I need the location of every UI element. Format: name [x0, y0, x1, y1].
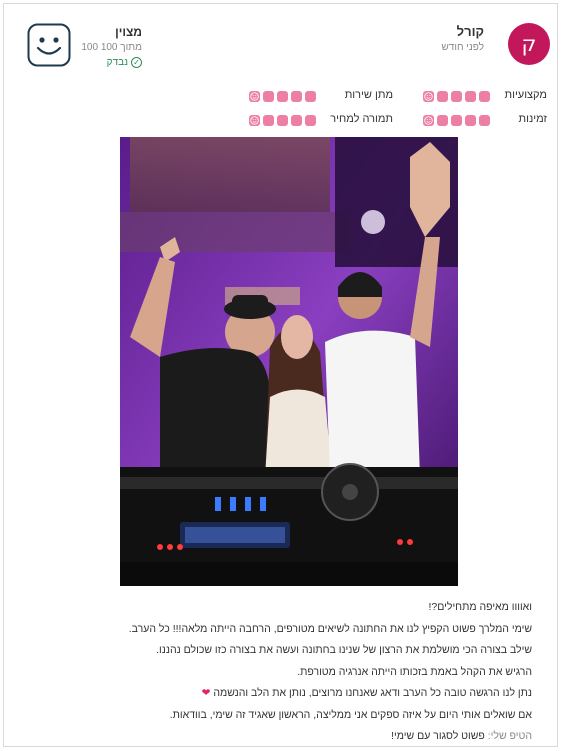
rating-smiley-icon	[249, 114, 260, 126]
rating-dots-value	[249, 113, 316, 127]
rating-dot	[263, 114, 274, 126]
rating-dot	[479, 114, 490, 126]
tip-text: פשוט לסגור עם שימי!	[391, 730, 485, 742]
event-photo-icon[interactable]	[120, 137, 458, 586]
review-line: הרגיש את הקהל באמת בזכותו הייתה אנרגיה מ…	[297, 665, 532, 678]
rating-dot	[305, 114, 316, 126]
review-line: שימי המלרך פשוט הקפיץ לנו את החתונה לשיא…	[128, 622, 532, 635]
avatar-letter: ק	[521, 32, 537, 56]
review-card: ק קורל לפני חודש מצוין 100 מתוך 100 נבדק…	[3, 3, 558, 747]
check-circle-icon: ✓	[131, 57, 142, 68]
score-value: 100 מתוך 100	[81, 42, 142, 53]
heart-icon: ❤	[201, 687, 211, 699]
reviewer-avatar: ק	[508, 23, 550, 65]
review-text: ואוווו מאיפה מתחילים?! שימי המלרך פשוט ה…	[112, 597, 532, 748]
review-line: נתן לנו הרגשה טובה כל הערב ודאג שאנחנו מ…	[213, 687, 532, 699]
rating-label-service: מתן שירות	[344, 89, 393, 101]
score-label: מצוין	[115, 25, 142, 39]
review-date: לפני חודש	[441, 42, 485, 53]
review-line-with-heart: נתן לנו הרגשה טובה כל הערב ודאג שאנחנו מ…	[112, 683, 532, 705]
verified-label: נבדק	[106, 57, 128, 68]
rating-dot	[277, 114, 288, 126]
rating-dot	[305, 90, 316, 102]
review-line: ואוווו מאיפה מתחילים?!	[428, 601, 532, 613]
rating-dot	[437, 90, 448, 102]
rating-dot	[451, 114, 462, 126]
rating-dot	[291, 90, 302, 102]
rating-dot	[451, 90, 462, 102]
rating-dot	[291, 114, 302, 126]
rating-smiley-icon	[423, 90, 434, 102]
review-line: אם שואלים אותי היום על איזה ספקים אני ממ…	[169, 708, 532, 721]
rating-dots-professionalism	[423, 89, 490, 103]
rating-dot	[277, 90, 288, 102]
rating-dot	[479, 90, 490, 102]
rating-smiley-icon	[423, 114, 434, 126]
review-line: שילב בצורה הכי מושלמת את הרצון של שנינו …	[156, 644, 532, 656]
rating-dots-availability	[423, 113, 490, 127]
rating-dots-service	[249, 89, 316, 103]
verified-badge: נבדק ✓	[86, 57, 142, 68]
tip-line: הטיפ שלי: פשוט לסגור עם שימי!	[112, 726, 532, 748]
reviewer-name: קורל	[456, 24, 484, 39]
rating-smiley-icon	[249, 90, 260, 102]
rating-dot	[437, 114, 448, 126]
rating-label-value: תמורה למחיר	[330, 113, 393, 125]
rating-dot	[465, 114, 476, 126]
smiley-face-icon	[27, 23, 71, 67]
rating-dot	[465, 90, 476, 102]
tip-label: הטיפ שלי:	[487, 730, 532, 742]
rating-dot	[263, 90, 274, 102]
